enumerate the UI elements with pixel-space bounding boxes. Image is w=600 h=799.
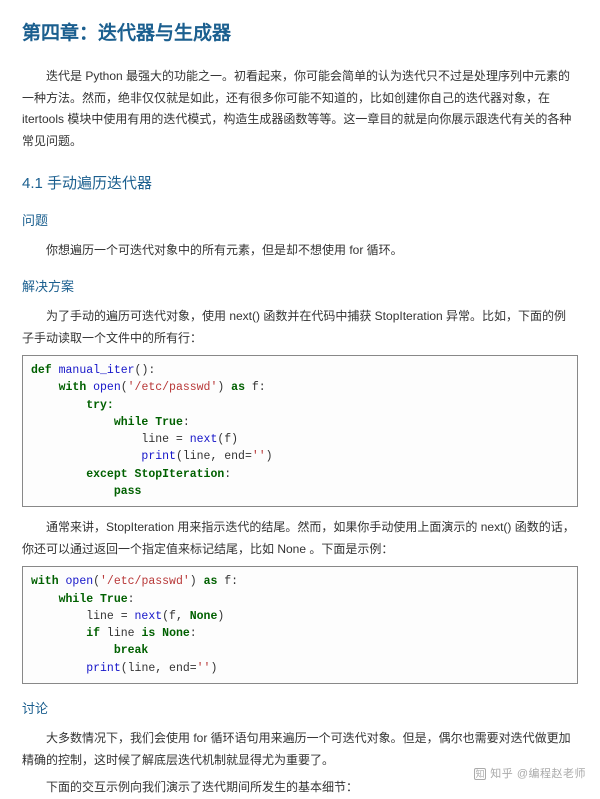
fn-open: open (66, 575, 94, 588)
code-block-2: with open('/etc/passwd') as f: while Tru… (22, 566, 578, 684)
kw-none2: None (162, 627, 190, 640)
fn-open: open (93, 381, 121, 394)
kw-true: True (100, 593, 128, 606)
kw-stopiter: StopIteration (135, 468, 225, 481)
kw-is: is (141, 627, 155, 640)
solution-intro: 为了手动的遍历可迭代对象，使用 next() 函数并在代码中捕获 StopIte… (22, 306, 578, 349)
fn-next: next (135, 610, 163, 623)
kw-as: as (204, 575, 218, 588)
problem-text: 你想遍历一个可迭代对象中的所有元素，但是却不想使用 for 循环。 (22, 240, 578, 262)
watermark-brand: 知乎 (490, 768, 513, 780)
kw-while: while (59, 593, 94, 606)
fn-name: manual_iter (59, 364, 135, 377)
watermark: 知知乎 @编程赵老师 (474, 765, 586, 784)
kw-except: except (86, 468, 127, 481)
problem-heading: 问题 (22, 210, 578, 232)
str-end: '' (252, 450, 266, 463)
kw-while: while (114, 416, 149, 429)
kw-break: break (114, 644, 149, 657)
kw-try: try: (86, 399, 114, 412)
fn-print: print (86, 662, 121, 675)
section-title: 4.1 手动遍历迭代器 (22, 171, 578, 197)
fn-next: next (190, 433, 218, 446)
intro-paragraph: 迭代是 Python 最强大的功能之一。初看起来，你可能会简单的认为迭代只不过是… (22, 66, 578, 152)
solution-heading: 解决方案 (22, 276, 578, 298)
watermark-text: @编程赵老师 (517, 768, 586, 780)
str-end: '' (197, 662, 211, 675)
chapter-title: 第四章：迭代器与生成器 (22, 18, 578, 50)
solution-mid: 通常来讲，StopIteration 用来指示迭代的结尾。然而，如果你手动使用上… (22, 517, 578, 560)
kw-none: None (190, 610, 218, 623)
code-block-1: def manual_iter(): with open('/etc/passw… (22, 355, 578, 507)
str-path: '/etc/passwd' (100, 575, 190, 588)
kw-pass: pass (114, 485, 142, 498)
discussion-heading: 讨论 (22, 698, 578, 720)
kw-def: def (31, 364, 52, 377)
kw-with: with (59, 381, 87, 394)
fn-print: print (141, 450, 176, 463)
str-path: '/etc/passwd' (128, 381, 218, 394)
zhihu-icon: 知 (474, 768, 486, 780)
kw-true: True (155, 416, 183, 429)
kw-with: with (31, 575, 59, 588)
kw-as: as (231, 381, 245, 394)
kw-if: if (86, 627, 100, 640)
